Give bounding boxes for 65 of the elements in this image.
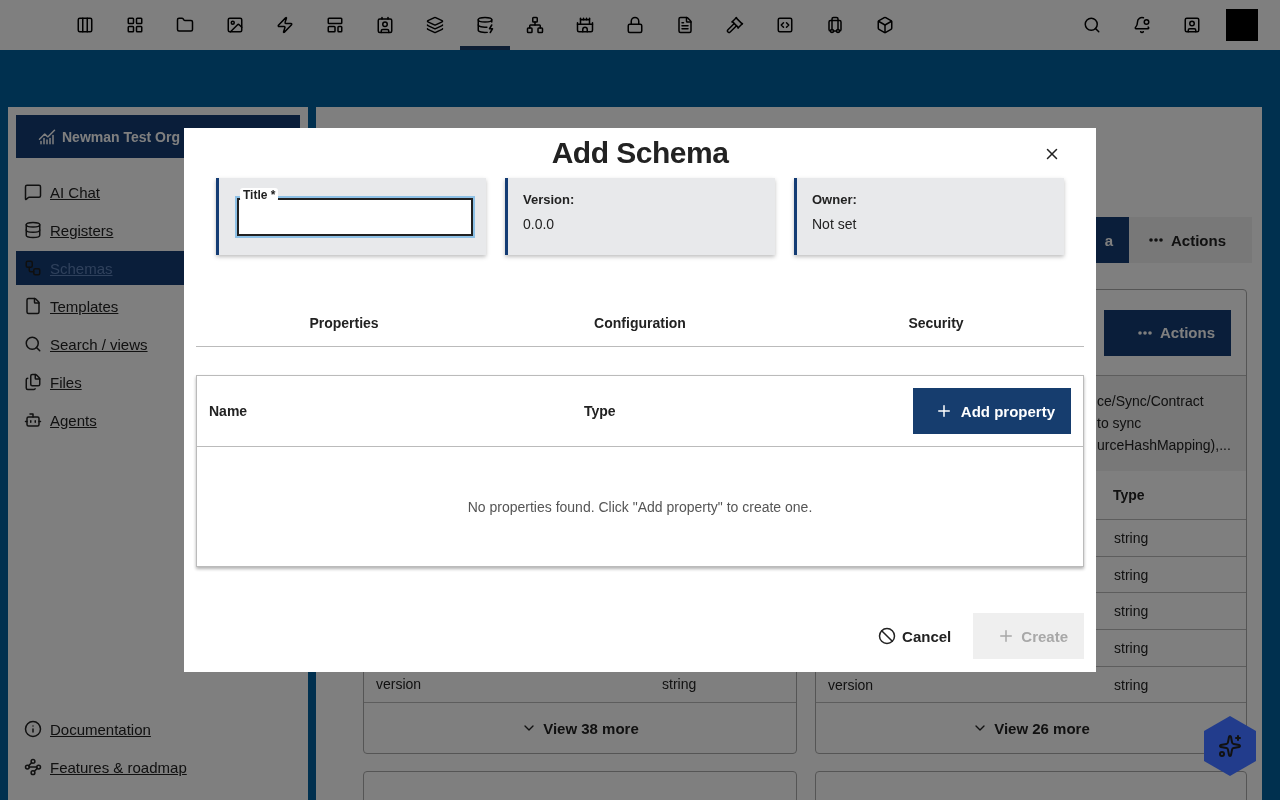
table-cell: version bbox=[376, 676, 422, 692]
table-cell: string bbox=[1114, 566, 1149, 583]
column-header: Name bbox=[209, 403, 249, 419]
luggage-icon bbox=[826, 16, 844, 34]
robot-icon bbox=[24, 411, 42, 429]
field-value: 0.0.0 bbox=[523, 216, 556, 232]
actions-button[interactable]: Actions bbox=[1133, 217, 1242, 263]
field-value: Not set bbox=[812, 216, 858, 232]
table-cell: string bbox=[1114, 603, 1149, 620]
info-icon bbox=[24, 720, 42, 738]
table-cell: string bbox=[1114, 529, 1149, 546]
assistant-button[interactable] bbox=[1203, 716, 1257, 776]
sidebar-item[interactable]: Files bbox=[16, 365, 300, 399]
lightning-icon bbox=[276, 16, 294, 34]
description-text: to sync bbox=[1097, 414, 1143, 434]
chat-icon bbox=[24, 183, 42, 201]
files-icon bbox=[24, 373, 42, 391]
bell-icon bbox=[1133, 16, 1151, 34]
field-label: Version: bbox=[523, 192, 576, 207]
columns-icon bbox=[76, 16, 94, 34]
dialog-title: Add Schema bbox=[551, 136, 729, 170]
ellipsis-icon bbox=[1138, 330, 1152, 335]
code-icon bbox=[776, 16, 794, 34]
cancel-button[interactable]: Cancel bbox=[878, 627, 952, 645]
layers-icon bbox=[426, 16, 444, 34]
search-icon bbox=[1083, 16, 1101, 34]
sidebar-link[interactable]: Features & roadmap bbox=[16, 750, 300, 784]
network-icon bbox=[526, 16, 544, 34]
database-icon bbox=[24, 221, 42, 239]
empty-message: No properties found. Click "Add property" to create one. bbox=[467, 498, 813, 515]
database-icon bbox=[476, 16, 494, 34]
grid-icon bbox=[126, 16, 144, 34]
folder-icon bbox=[176, 16, 194, 34]
table-cell: version bbox=[828, 676, 874, 693]
table-cell: string bbox=[1114, 639, 1149, 656]
castle-icon bbox=[576, 16, 594, 34]
contact-icon bbox=[1183, 16, 1201, 34]
ban-icon bbox=[878, 627, 897, 645]
column-header: Type bbox=[1113, 486, 1145, 503]
search-icon bbox=[24, 335, 42, 353]
add-property-button[interactable]: Add property bbox=[912, 388, 1071, 434]
ellipsis-icon bbox=[1149, 238, 1163, 242]
chart-icon bbox=[38, 127, 56, 146]
document-icon bbox=[676, 16, 694, 34]
column-header: Type bbox=[584, 403, 617, 419]
description-text: urceHashMapping),... bbox=[1097, 436, 1232, 456]
file-icon bbox=[24, 297, 42, 315]
tab[interactable]: Security bbox=[788, 300, 1084, 346]
table-cell: string bbox=[1114, 676, 1149, 693]
tab[interactable]: Configuration bbox=[492, 300, 788, 346]
waypoints-icon bbox=[24, 758, 42, 776]
table-cell: string bbox=[662, 676, 697, 692]
sparkles-icon bbox=[1220, 736, 1240, 756]
cube-icon bbox=[876, 16, 894, 34]
image-icon bbox=[226, 16, 244, 34]
gavel-icon bbox=[726, 16, 744, 34]
layout-icon bbox=[326, 16, 344, 34]
lock-icon bbox=[626, 16, 644, 34]
field-label: Owner: bbox=[812, 192, 858, 207]
actions-button[interactable]: Actions bbox=[1104, 309, 1231, 356]
view-more-link[interactable]: View 38 more bbox=[364, 703, 796, 753]
description-text: ce/Sync/Contract bbox=[1097, 392, 1205, 412]
workflow-icon bbox=[24, 259, 42, 277]
contact-icon bbox=[376, 16, 394, 34]
sidebar-link[interactable]: Documentation bbox=[16, 712, 300, 746]
